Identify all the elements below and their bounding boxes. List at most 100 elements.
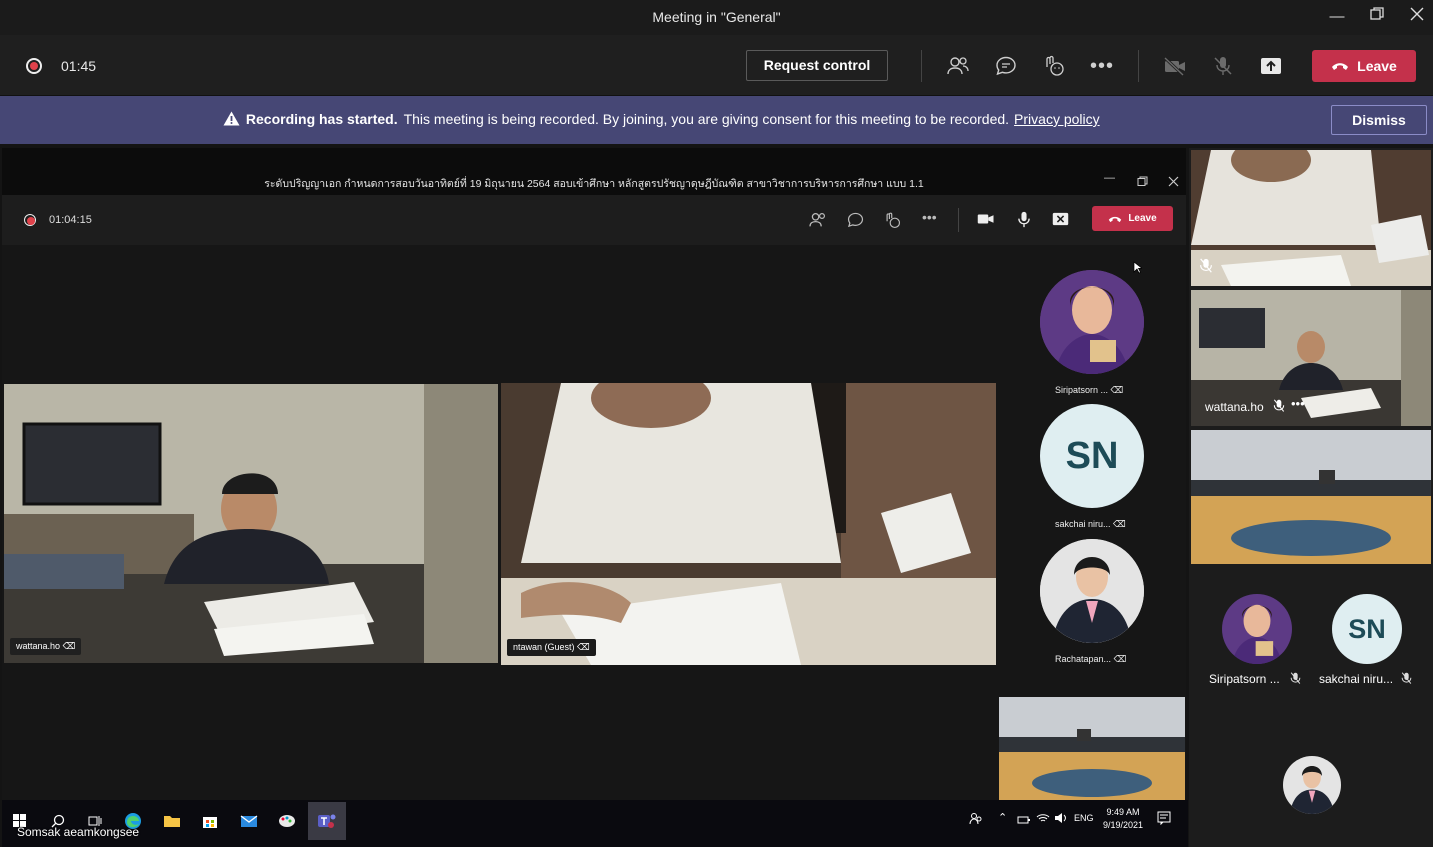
teams-icon [308, 802, 346, 840]
gallery-person-name: Siripatsorn ... [1209, 672, 1280, 686]
gallery-tile[interactable] [1191, 150, 1431, 286]
meeting-timer: 01:45 [61, 58, 97, 74]
dismiss-button[interactable]: Dismiss [1331, 105, 1427, 135]
paint-icon [274, 808, 300, 834]
banner-text: This meeting is being recorded. By joini… [403, 111, 1010, 127]
people-icon [969, 812, 983, 831]
participants-icon[interactable] [945, 53, 971, 79]
leave-label: Leave [1357, 58, 1397, 74]
more-options-icon[interactable]: ••• [1089, 53, 1115, 79]
store-icon [197, 808, 223, 834]
inner-leave-label: Leave [1128, 213, 1157, 224]
cursor-icon [1133, 261, 1144, 279]
gallery-name: wattana.ho [1205, 400, 1264, 414]
notifications-icon [1157, 811, 1171, 830]
volume-icon [1054, 811, 1068, 829]
video-frame [501, 383, 996, 665]
clock-time: 9:49 AM [1106, 807, 1140, 817]
window-title: Meeting in "General" [652, 9, 781, 25]
inner-recording-icon [24, 214, 36, 226]
self-avatar-photo [1283, 756, 1341, 814]
banner-bold: Recording has started. [245, 111, 398, 127]
divider [921, 50, 922, 82]
participant-name: sakchai niru... ⌫ [1055, 519, 1126, 529]
warning-icon [223, 111, 240, 126]
camera-off-icon[interactable] [1162, 53, 1188, 79]
participant-avatar-photo [1040, 270, 1144, 374]
request-control-button[interactable]: Request control [746, 50, 888, 81]
video-frame [4, 384, 498, 663]
gallery-tile[interactable] [1191, 430, 1431, 564]
muted-icon [1290, 672, 1301, 690]
chat-icon[interactable] [993, 53, 1019, 79]
share-tray-icon[interactable] [1258, 53, 1284, 79]
mic-off-icon[interactable] [1210, 53, 1236, 79]
inner-reactions-icon [884, 212, 901, 234]
video-name: wattana.ho [16, 641, 61, 651]
participant-name: Siripatsorn ... ⌫ [1055, 385, 1124, 395]
inner-chat-icon [847, 212, 864, 233]
conference-room-video [999, 697, 1185, 800]
restore-icon[interactable] [1364, 6, 1390, 28]
inner-stop-share-icon [1052, 212, 1069, 231]
inner-meeting-toolbar: 01:04:15 ••• Leave [2, 195, 1186, 245]
wifi-icon [1036, 811, 1050, 829]
hang-up-icon [1332, 63, 1349, 70]
battery-icon [1017, 812, 1031, 830]
privacy-policy-link[interactable]: Privacy policy [1014, 111, 1100, 127]
inner-window-title: ระดับปริญญาเอก กำหนดการสอบวันอาทิตย์ที่ … [264, 178, 924, 190]
video-frame [1191, 150, 1431, 286]
divider [1138, 50, 1139, 82]
gallery-avatar-photo [1222, 594, 1292, 664]
inner-minimize-icon: — [1104, 172, 1115, 184]
reactions-icon[interactable] [1041, 53, 1067, 79]
gallery-person-name: sakchai niru... [1319, 672, 1394, 686]
minimize-icon[interactable]: — [1324, 6, 1350, 28]
inner-window-titlebar: ระดับปริญญาเอก กำหนดการสอบวันอาทิตย์ที่ … [2, 148, 1186, 195]
gallery-tile[interactable]: wattana.ho ••• [1191, 290, 1431, 426]
muted-icon [1401, 672, 1412, 690]
inner-video-stage: wattana.ho ⌫ ntawan (Guest) ⌫ Siripatsor… [2, 245, 1186, 800]
participant-avatar-photo [1040, 539, 1144, 643]
inner-leave-button: Leave [1092, 206, 1173, 231]
presenter-name: Somsak aeamkongsee [17, 825, 140, 839]
title-bar: Meeting in "General" — [0, 0, 1433, 35]
video-name: ntawan (Guest) [513, 642, 575, 652]
participant-name: Rachatapan... ⌫ [1055, 654, 1127, 664]
inner-close-icon [1168, 174, 1179, 192]
participant-avatar-initials: SN [1040, 404, 1144, 508]
meeting-toolbar: 01:45 Request control ••• Leave [0, 35, 1433, 96]
inner-timer: 01:04:15 [49, 214, 92, 226]
inner-more-icon: ••• [922, 209, 937, 225]
file-explorer-icon [159, 808, 185, 834]
more-options-icon[interactable]: ••• [1291, 396, 1305, 411]
muted-icon: ⌫ [1110, 385, 1124, 395]
divider [958, 208, 959, 232]
gallery-avatar-initials: SN [1332, 594, 1402, 664]
inner-mic-icon [1018, 211, 1030, 233]
inner-restore-icon [1137, 174, 1148, 192]
muted-icon: ⌫ [62, 641, 76, 651]
tray-chevron-icon: ⌃ [998, 812, 1008, 824]
video-frame [1191, 430, 1431, 564]
shared-screen: ระดับปริญญาเอก กำหนดการสอบวันอาทิตย์ที่ … [2, 148, 1188, 847]
recording-icon [26, 58, 42, 74]
windows-taskbar: Somsak aeamkongsee ⌃ ENG 9:49 AM 9/19/20… [2, 800, 1188, 847]
banner-message: Recording has started. This meeting is be… [223, 111, 1100, 127]
video-feed-ntawan: ntawan (Guest) ⌫ [501, 383, 996, 665]
inner-camera-icon [977, 212, 995, 231]
clock: 9:49 AM 9/19/2021 [1099, 806, 1147, 832]
video-name-tag: ntawan (Guest) ⌫ [507, 639, 596, 656]
video-frame [999, 697, 1185, 800]
video-gallery: wattana.ho ••• Siripatsorn ... SN sakcha… [1189, 148, 1433, 847]
muted-icon [1199, 258, 1213, 279]
mail-icon [236, 808, 262, 834]
video-feed-wattana: wattana.ho ⌫ [4, 384, 498, 663]
muted-icon [1273, 399, 1285, 418]
close-icon[interactable] [1404, 6, 1430, 28]
leave-button[interactable]: Leave [1312, 50, 1416, 82]
muted-icon: ⌫ [1113, 654, 1127, 664]
muted-icon: ⌫ [1113, 519, 1126, 529]
video-name-tag: wattana.ho ⌫ [10, 638, 82, 655]
recording-banner: Recording has started. This meeting is be… [0, 96, 1433, 144]
